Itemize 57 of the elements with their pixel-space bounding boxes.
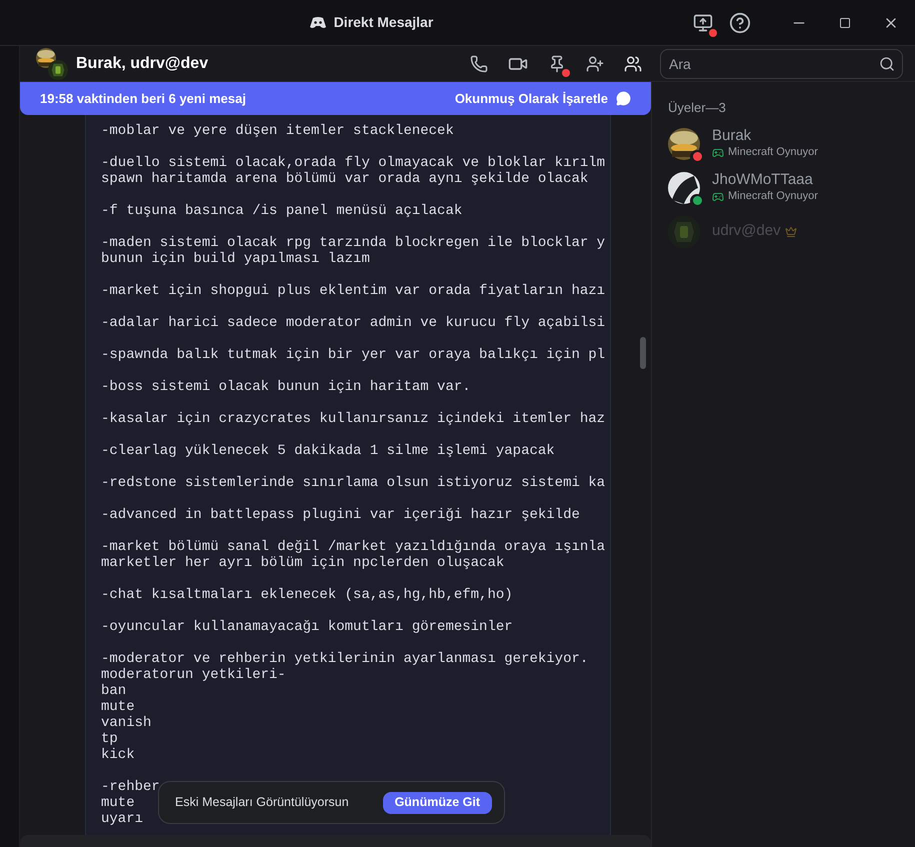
activity-text: Minecraft Oynuyor [728,190,818,204]
code-line: -duello sistemi olacak,orada fly olmayacak ve bloklar kırılm [101,155,606,171]
avatar-icon [668,128,700,160]
chat-bubble-icon [616,91,631,106]
banner-text: 19:58 vaktinden beri 6 yeni mesaj [40,90,246,108]
code-line: kick [101,747,135,763]
code-line: -clearlag yüklenecek 5 dakikada 1 silme işlemi yapacak [101,443,555,459]
code-line: -maden sistemi olacak rpg tarzında blockregen ile blocklar y [101,235,606,251]
gamepad-icon [712,146,724,159]
code-line: bunun için build yapılması lazım [101,251,370,267]
new-messages-banner[interactable]: 19:58 vaktinden beri 6 yeni mesaj Okunmuş Olarak İşaretle [20,82,651,115]
code-line: -rehber [101,779,160,795]
code-line: -adalar harici sadece moderator admin ve kurucu fly açabilsi [101,315,606,331]
code-line: -oyuncular kullanamayacağı komutları göremesinler [101,619,513,635]
code-line: -f tuşuna basınca /is panel menüsü açılacak [101,203,462,219]
add-user-icon[interactable] [586,54,604,72]
code-line: -market bölümü sanal değil /market yazıldığında oraya ışınla [101,539,606,555]
code-line: vanish [101,715,152,731]
member-name[interactable]: Burak [712,127,752,146]
gamepad-icon [712,190,724,203]
code-line: -chat kısaltmaları eklenecek (sa,as,hg,hb,efm,ho) [101,587,513,603]
members-icon[interactable] [624,54,642,72]
mark-read-link[interactable]: Okunmuş Olarak İşaretle [454,88,608,108]
scrollbar-thumb[interactable] [640,337,646,369]
code-line: -market için shopgui plus eklentim var orada fiyatların hazı [101,283,606,299]
member-name[interactable]: JhoWMoTTaaa [712,171,813,190]
code-line: -moderator ve rehberin yetkilerinin ayarlanması gerekiyor. [101,651,588,667]
code-line: -kasalar için crazycrates kullanırsanız içindeki itemler haz [101,411,606,427]
code-line: spawn haritamda arena bölümü var orada aynı şekilde olacak [101,171,588,187]
code-line: -redstone sistemlerinde sınırlama olsun istiyoruz sistemi ka [101,475,606,491]
avatar-icon [48,60,68,80]
avatar-icon [668,172,700,204]
code-line: marketler her ayrı bölüm için npclerden oluşacak [101,555,504,571]
help-icon[interactable] [729,12,751,34]
avatar-icon [668,216,700,248]
code-line: -spawnda balık tutmak için bir yer var oraya balıkçı için pl [101,347,606,363]
code-line: mute [101,795,135,811]
controller-logo-icon [310,16,326,28]
code-line: uyarı [101,811,144,827]
code-line: -advanced in battlepass plugini var içeriği hazır şekilde [101,507,580,523]
toast-text: Eski Mesajları Görüntülüyorsun [175,794,349,812]
phone-icon[interactable] [470,54,488,72]
code-line: mute [101,699,135,715]
code-line: -boss sistemi olacak bunun için haritam var. [101,379,471,395]
search-icon [879,56,895,72]
members-heading: Üyeler—3 [667,99,727,117]
code-line: moderatorun yetkileri- [101,667,286,683]
code-line: ban [101,683,126,699]
jump-to-present-button[interactable]: Günümüze Git [382,792,492,814]
code-line: -moblar ve yere düşen itemler stacklenecek [101,123,454,139]
activity-text: Minecraft Oynuyor [728,146,818,160]
maximize-icon[interactable] [839,16,851,28]
message-input[interactable] [20,835,651,847]
code-line: tp [101,731,118,747]
window-title: Direkt Mesajlar [334,13,434,32]
search-field[interactable]: Ara [660,48,903,78]
dm-title: Burak, udrv@dev [76,54,208,74]
